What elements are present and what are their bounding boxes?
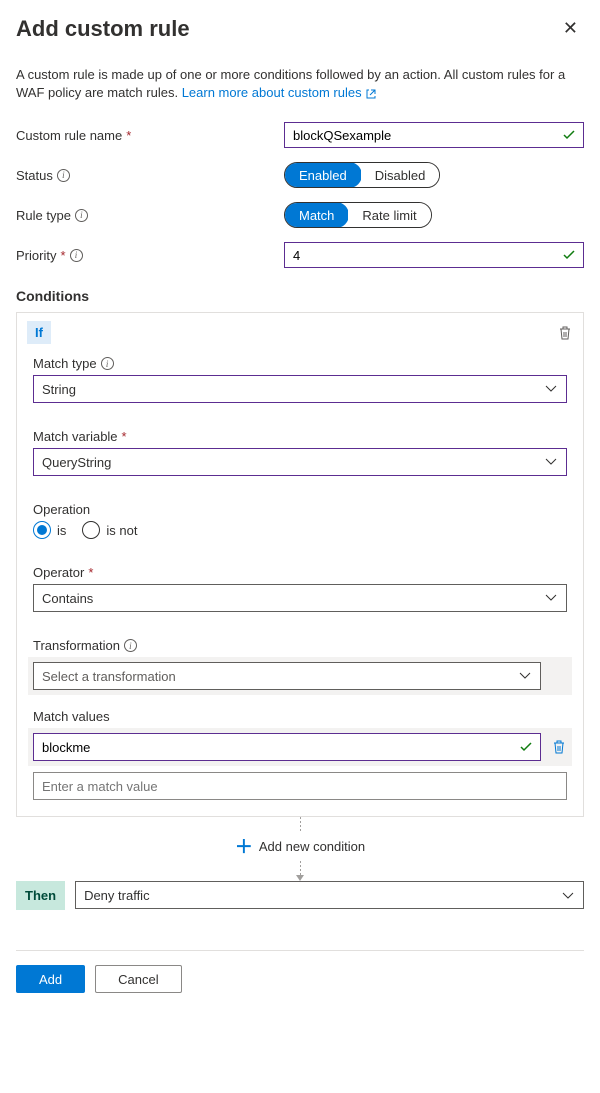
operator-select[interactable]: Contains bbox=[33, 584, 567, 612]
info-icon[interactable]: i bbox=[124, 639, 137, 652]
match-type-select[interactable]: String bbox=[33, 375, 567, 403]
info-icon[interactable]: i bbox=[101, 357, 114, 370]
operation-is-label: is bbox=[57, 523, 66, 538]
if-chip: If bbox=[27, 321, 51, 344]
conditions-heading: Conditions bbox=[16, 288, 584, 304]
condition-card: If Match type i String Match variable* Q… bbox=[16, 312, 584, 817]
status-disabled[interactable]: Disabled bbox=[361, 163, 440, 187]
rule-type-match[interactable]: Match bbox=[284, 202, 349, 228]
delete-value-icon[interactable] bbox=[551, 739, 567, 755]
then-chip: Then bbox=[16, 881, 65, 910]
then-action-select[interactable]: Deny traffic bbox=[75, 881, 584, 909]
condition-connector: ＋ Add new condition bbox=[16, 817, 584, 881]
match-values-label: Match values bbox=[33, 709, 567, 724]
priority-label: Priority* i bbox=[16, 248, 284, 263]
delete-condition-icon[interactable] bbox=[557, 325, 573, 341]
status-label: Status i bbox=[16, 168, 284, 183]
dialog-title: Add custom rule bbox=[16, 16, 190, 42]
operation-is-radio[interactable] bbox=[33, 521, 51, 539]
learn-more-link[interactable]: Learn more about custom rules bbox=[182, 85, 378, 100]
match-value-new-input[interactable] bbox=[33, 772, 567, 800]
info-icon[interactable]: i bbox=[57, 169, 70, 182]
rule-type-rate-limit[interactable]: Rate limit bbox=[348, 203, 430, 227]
info-icon[interactable]: i bbox=[70, 249, 83, 262]
match-variable-select[interactable]: QueryString bbox=[33, 448, 567, 476]
info-icon[interactable]: i bbox=[75, 209, 88, 222]
status-enabled[interactable]: Enabled bbox=[284, 162, 362, 188]
operation-label: Operation bbox=[33, 502, 567, 517]
transformation-label: Transformation i bbox=[33, 638, 567, 653]
priority-input[interactable] bbox=[284, 242, 584, 268]
add-condition-button[interactable]: ＋ Add new condition bbox=[235, 831, 365, 861]
rule-name-label: Custom rule name* bbox=[16, 128, 284, 143]
match-value-input[interactable] bbox=[33, 733, 541, 761]
match-type-label: Match type i bbox=[33, 356, 567, 371]
operation-isnot-radio[interactable] bbox=[82, 521, 100, 539]
match-variable-label: Match variable* bbox=[33, 429, 567, 444]
transformation-select[interactable]: Select a transformation bbox=[33, 662, 541, 690]
operator-label: Operator* bbox=[33, 565, 567, 580]
external-link-icon bbox=[365, 88, 377, 100]
close-icon[interactable]: ✕ bbox=[557, 16, 584, 41]
cancel-button[interactable]: Cancel bbox=[95, 965, 181, 993]
add-button[interactable]: Add bbox=[16, 965, 85, 993]
intro-text: A custom rule is made up of one or more … bbox=[16, 66, 584, 102]
rule-type-label: Rule type i bbox=[16, 208, 284, 223]
plus-icon: ＋ bbox=[235, 833, 253, 859]
rule-type-toggle[interactable]: Match Rate limit bbox=[284, 202, 432, 228]
rule-name-input[interactable] bbox=[284, 122, 584, 148]
status-toggle[interactable]: Enabled Disabled bbox=[284, 162, 440, 188]
operation-isnot-label: is not bbox=[106, 523, 137, 538]
